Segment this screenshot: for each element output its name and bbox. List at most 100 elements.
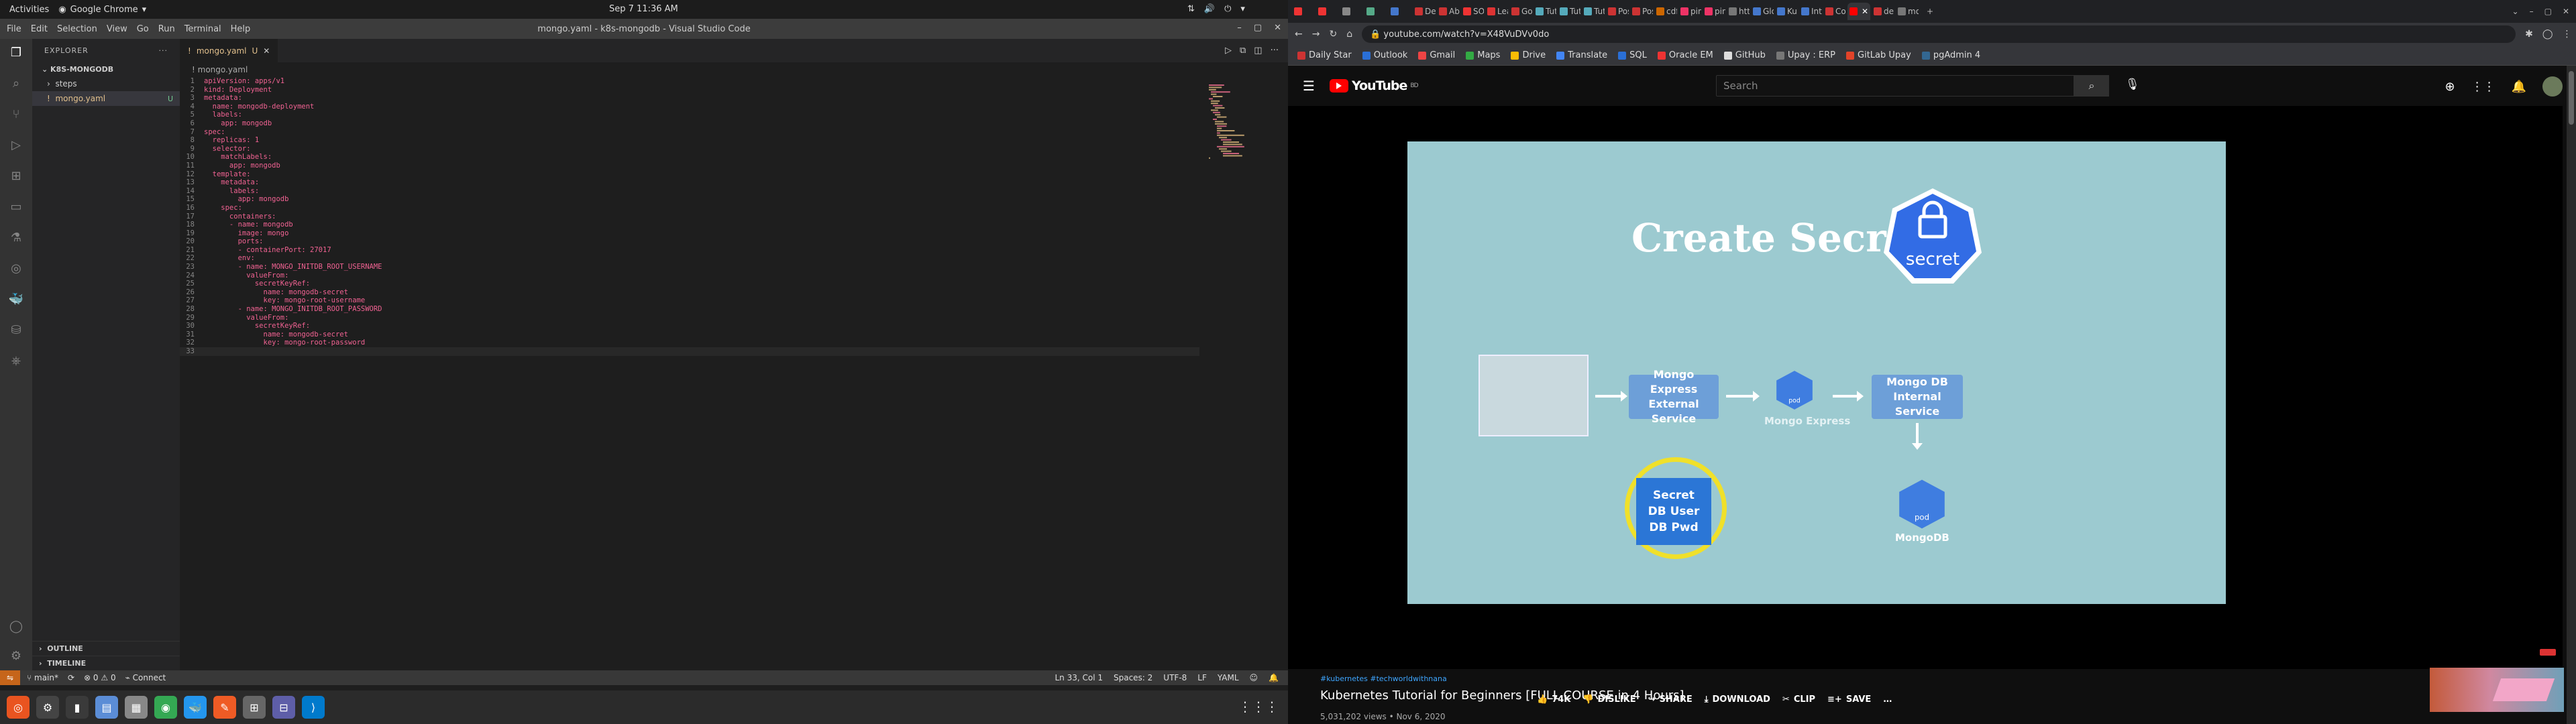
browser-tab[interactable]: Lea xyxy=(1485,3,1508,20)
youtube-logo[interactable]: YouTube BD xyxy=(1329,78,1419,93)
minimap[interactable] xyxy=(1206,82,1287,176)
code-line[interactable]: 12 template: xyxy=(180,170,1288,179)
browser-tab[interactable]: Inte xyxy=(1799,3,1822,20)
code-editor[interactable]: 1 apiVersion: apps/v1 2 kind: Deployment 3 me… xyxy=(180,77,1288,356)
menu-file[interactable]: File xyxy=(7,24,21,34)
minimize-button[interactable]: – xyxy=(1237,23,1242,33)
docker-icon[interactable]: 🐳 xyxy=(8,291,24,307)
browser-tab[interactable]: mor xyxy=(1896,3,1919,20)
chevron-down-icon[interactable]: ⌄ xyxy=(2512,7,2519,16)
browser-tab[interactable] xyxy=(1364,3,1387,20)
code-line[interactable]: 1 apiVersion: apps/v1 xyxy=(180,77,1288,86)
git-branch[interactable]: ⑂ main* xyxy=(27,673,58,682)
browser-tab[interactable]: den xyxy=(1872,3,1894,20)
code-line[interactable]: 31 name: mongodb-secret xyxy=(180,330,1288,339)
bookmark-item[interactable]: Maps xyxy=(1466,50,1500,60)
code-line[interactable]: 26 name: mongodb-secret xyxy=(180,288,1288,297)
avatar[interactable] xyxy=(2542,76,2563,97)
forward-icon[interactable]: → xyxy=(1312,29,1320,40)
app-icon[interactable]: ⊞ xyxy=(243,696,266,719)
vscode-app-icon[interactable]: ⟩ xyxy=(302,696,325,719)
code-line[interactable]: 28 - name: MONGO_INITDB_ROOT_PASSWORD xyxy=(180,305,1288,314)
menu-edit[interactable]: Edit xyxy=(31,24,48,34)
menu-go[interactable]: Go xyxy=(137,24,149,34)
browser-tab[interactable]: http xyxy=(1727,3,1750,20)
code-line[interactable]: 23 - name: MONGO_INITDB_ROOT_USERNAME xyxy=(180,263,1288,272)
tab-mongo-yaml[interactable]: ! mongo.yaml U ✕ xyxy=(180,39,278,62)
menu-help[interactable]: Help xyxy=(231,24,251,34)
menu-run[interactable]: Run xyxy=(158,24,175,34)
bookmark-item[interactable]: Outlook xyxy=(1362,50,1407,60)
indentation[interactable]: Spaces: 2 xyxy=(1114,673,1152,682)
docker-app-icon[interactable]: 🐳 xyxy=(184,696,207,719)
code-line[interactable]: 10 matchLabels: xyxy=(180,153,1288,162)
browser-tab[interactable]: pin xyxy=(1703,3,1725,20)
browser-tab[interactable] xyxy=(1316,3,1339,20)
code-line[interactable]: 11 app: mongodb xyxy=(180,162,1288,170)
postman-app-icon[interactable]: ✎ xyxy=(213,696,236,719)
code-line[interactable]: 16 spec: xyxy=(180,204,1288,213)
more-button[interactable]: … xyxy=(1883,695,1892,705)
menu-selection[interactable]: Selection xyxy=(57,24,97,34)
browser-tab[interactable]: Glo xyxy=(1751,3,1774,20)
create-video-icon[interactable]: ⊕ xyxy=(2445,80,2455,94)
code-line[interactable]: 6 app: mongodb xyxy=(180,119,1288,128)
minimize-button[interactable]: – xyxy=(2530,7,2534,16)
close-icon[interactable]: ✕ xyxy=(263,46,270,56)
remote-explorer-icon[interactable]: ▭ xyxy=(8,198,24,215)
browser-tab[interactable] xyxy=(1340,3,1363,20)
more-actions-icon[interactable]: ··· xyxy=(1271,46,1279,56)
file-manager-icon[interactable]: ▦ xyxy=(125,696,148,719)
browser-tab[interactable]: Tut xyxy=(1582,3,1605,20)
bookmark-item[interactable]: Daily Star xyxy=(1297,50,1352,60)
breadcrumb[interactable]: ! mongo.yaml xyxy=(180,62,1288,77)
database-icon[interactable]: ⛁ xyxy=(8,322,24,338)
video-player[interactable]: Create Secret secret Mongo Express Exter… xyxy=(1288,106,2563,669)
address-bar[interactable]: 🔒 youtube.com/watch?v=X48VuDVv0do xyxy=(1362,25,2516,43)
new-tab-button[interactable]: + xyxy=(1920,7,1940,16)
bookmark-item[interactable]: Drive xyxy=(1511,50,1546,60)
browser-tab[interactable]: Tut xyxy=(1534,3,1556,20)
maximize-button[interactable]: ▢ xyxy=(1254,23,1262,33)
browser-tab[interactable]: Kub xyxy=(1775,3,1798,20)
compare-icon[interactable]: ⧉ xyxy=(1240,46,1246,56)
browser-tab[interactable]: cdf xyxy=(1654,3,1677,20)
share-button[interactable]: ↪ SHARE xyxy=(1648,695,1693,705)
app-icon[interactable]: ⊟ xyxy=(272,696,295,719)
explorer-icon[interactable]: ❐ xyxy=(8,44,24,60)
activities-button[interactable]: Activities xyxy=(0,5,58,15)
bookmark-item[interactable]: Upay : ERP xyxy=(1776,50,1835,60)
menu-view[interactable]: View xyxy=(107,24,127,34)
close-button[interactable]: ✕ xyxy=(2563,7,2569,16)
recommended-video-thumbnail[interactable] xyxy=(2430,668,2564,712)
connect-button[interactable]: ⌁ Connect xyxy=(125,673,166,682)
more-actions-icon[interactable]: ··· xyxy=(159,46,168,55)
reload-icon[interactable]: ↻ xyxy=(1329,29,1337,40)
code-line[interactable]: 17 containers: xyxy=(180,213,1288,221)
browser-tab[interactable]: Abs xyxy=(1437,3,1460,20)
code-line[interactable]: 24 valueFrom: xyxy=(180,272,1288,280)
browser-tab[interactable]: Pos xyxy=(1606,3,1629,20)
browser-tab[interactable] xyxy=(1292,3,1315,20)
clock[interactable]: Sep 7 11:36 AM xyxy=(609,4,678,14)
code-line[interactable]: 20 ports: xyxy=(180,237,1288,246)
hashtags[interactable]: #kubernetes #techworldwithnana xyxy=(1320,674,2548,683)
browser-tab[interactable]: Des xyxy=(1413,3,1436,20)
show-apps-icon[interactable]: ⋮⋮⋮ xyxy=(1238,699,1279,715)
browser-tab[interactable]: Pos xyxy=(1630,3,1653,20)
gear-icon[interactable]: ⚙ xyxy=(8,648,24,664)
back-icon[interactable]: ← xyxy=(1295,29,1303,40)
code-line[interactable]: 19 image: mongo xyxy=(180,229,1288,238)
browser-tab[interactable]: SOL xyxy=(1461,3,1484,20)
code-line[interactable]: 5 labels: xyxy=(180,111,1288,119)
git-graph-icon[interactable]: ◎ xyxy=(8,260,24,276)
run-icon[interactable]: ▷ xyxy=(1225,46,1232,56)
menu-icon[interactable]: ⋮ xyxy=(2563,29,2572,40)
cursor-position[interactable]: Ln 33, Col 1 xyxy=(1055,673,1103,682)
extensions-icon[interactable]: ✱ xyxy=(2525,29,2533,40)
code-line[interactable]: 2 kind: Deployment xyxy=(180,86,1288,95)
browser-tab[interactable]: Con xyxy=(1823,3,1846,20)
apps-grid-icon[interactable]: ⋮⋮ xyxy=(2471,80,2496,94)
ubuntu-icon[interactable]: ◎ xyxy=(7,696,30,719)
bookmark-item[interactable]: pgAdmin 4 xyxy=(1921,50,1980,60)
